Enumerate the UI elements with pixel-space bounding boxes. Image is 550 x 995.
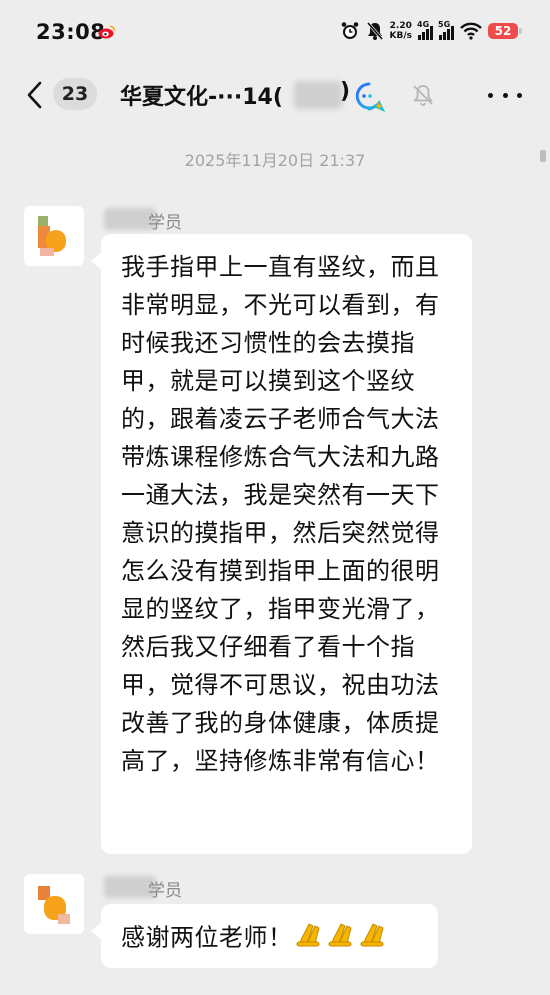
message-text: 感谢两位老师！	[121, 923, 293, 952]
alarm-icon	[341, 22, 358, 39]
signal-label-1: 4G	[417, 20, 430, 29]
sender-name: 学员	[148, 213, 182, 233]
message-bubble[interactable]: 我手指甲上一直有竖纹，而且非常明显，不光可以看到，有时候我还习惯性的会去摸指甲，…	[91, 234, 472, 854]
mute-notifications-icon[interactable]	[410, 82, 436, 108]
battery-indicator: 52	[488, 23, 522, 39]
silent-bell-icon	[366, 22, 383, 40]
back-chevron-icon[interactable]	[22, 75, 46, 115]
network-speed: 2.20 KB/s	[390, 21, 412, 41]
network-speed-unit: KB/s	[389, 31, 412, 41]
cell-signal-1: 4G	[417, 20, 433, 40]
more-dot-icon	[488, 92, 493, 98]
sender-name: 学员	[148, 881, 182, 901]
status-bar: 23:08 2.20 KB/s 4G 5G 52	[0, 0, 550, 62]
more-dot-icon	[517, 92, 522, 98]
title-redacted-area	[294, 81, 342, 109]
chat-assistant-icon[interactable]	[352, 80, 386, 114]
more-options-button[interactable]	[488, 84, 522, 106]
chat-title[interactable]: 华夏文化-···14(	[120, 79, 283, 111]
battery-level: 52	[494, 24, 512, 38]
message-timestamp: 2025年11月20日 21:37	[184, 151, 366, 170]
unread-count-badge[interactable]: 23	[53, 78, 97, 110]
chat-header: 23 华夏文化-···14( )	[0, 62, 550, 128]
status-time: 23:08	[36, 20, 106, 44]
weibo-icon	[98, 25, 116, 39]
cell-signal-2: 5G	[438, 20, 454, 40]
more-dot-icon	[502, 92, 508, 98]
message-text: 我手指甲上一直有竖纹，而且非常明显，不光可以看到，有时候我还习惯性的会去摸指甲，…	[121, 253, 440, 775]
chat-title-end: )	[340, 79, 351, 104]
network-speed-value: 2.20	[389, 21, 412, 31]
folded-hands-icon	[295, 918, 391, 959]
status-icons: 2.20 KB/s 4G 5G 52	[340, 18, 522, 44]
sender-avatar[interactable]	[24, 206, 84, 266]
wifi-icon	[460, 22, 482, 40]
message-bubble[interactable]: 感谢两位老师！	[91, 904, 438, 968]
sender-avatar[interactable]	[24, 874, 84, 934]
signal-label-2: 5G	[438, 20, 451, 29]
